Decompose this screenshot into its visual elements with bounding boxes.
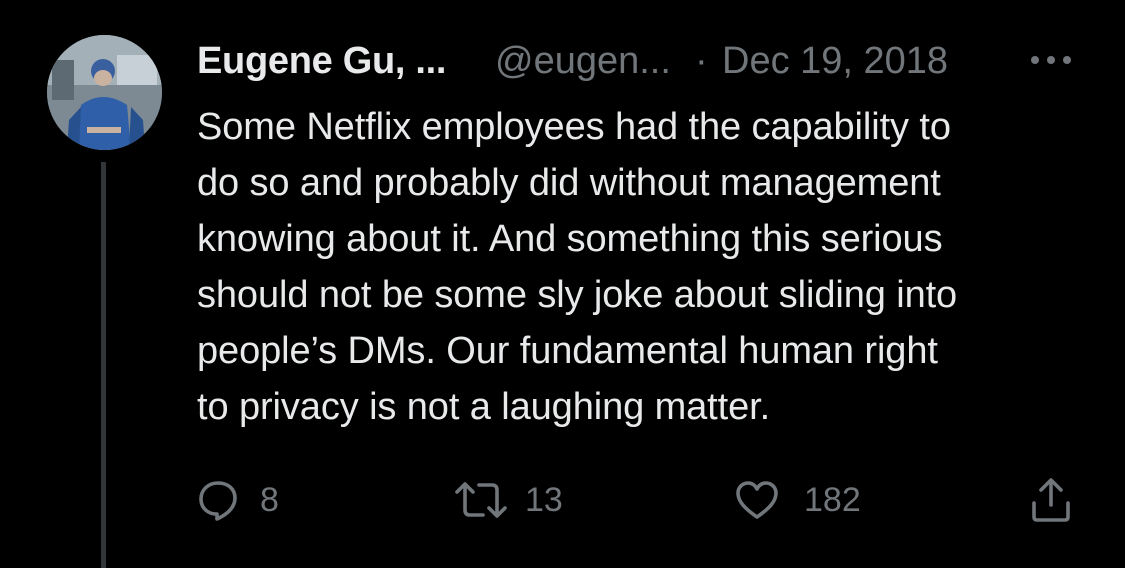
heart-icon xyxy=(734,478,780,522)
tweet-text-line: to privacy is not a laughing matter. xyxy=(197,386,771,428)
header-separator: · xyxy=(695,40,708,82)
retweet-icon xyxy=(453,478,509,522)
tweet-text: Some Netflix employees had the capabilit… xyxy=(197,99,1097,435)
reply-button[interactable]: 8 xyxy=(196,470,279,530)
more-horizontal-icon[interactable] xyxy=(1029,52,1073,68)
display-name[interactable]: Eugene Gu, ... xyxy=(197,40,446,83)
retweet-button[interactable]: 13 xyxy=(453,470,563,530)
user-handle[interactable]: @eugen... xyxy=(495,40,671,83)
tweet[interactable]: Eugene Gu, ... @eugen... · Dec 19, 2018 … xyxy=(0,0,1125,568)
tweet-text-line: should not be some sly joke about slidin… xyxy=(197,274,958,316)
tweet-date[interactable]: Dec 19, 2018 xyxy=(722,40,948,83)
tweet-actions: 8 13 182 xyxy=(0,470,1125,530)
tweet-text-line: do so and probably did without managemen… xyxy=(197,162,941,204)
tweet-text-line: knowing about it. And something this ser… xyxy=(197,218,943,260)
tweet-text-line: people’s DMs. Our fundamental human righ… xyxy=(197,330,938,372)
tweet-text-line: Some Netflix employees had the capabilit… xyxy=(197,106,951,148)
retweet-count: 13 xyxy=(525,480,563,519)
share-upload-icon xyxy=(1029,475,1073,525)
share-button[interactable] xyxy=(1029,470,1073,530)
avatar[interactable] xyxy=(47,35,162,150)
like-count: 182 xyxy=(804,480,861,519)
avatar-image xyxy=(47,35,162,150)
reply-bubble-icon xyxy=(196,478,240,522)
like-button[interactable]: 182 xyxy=(734,470,861,530)
tweet-header: Eugene Gu, ... @eugen... · Dec 19, 2018 xyxy=(197,38,1077,86)
reply-count: 8 xyxy=(260,480,279,519)
